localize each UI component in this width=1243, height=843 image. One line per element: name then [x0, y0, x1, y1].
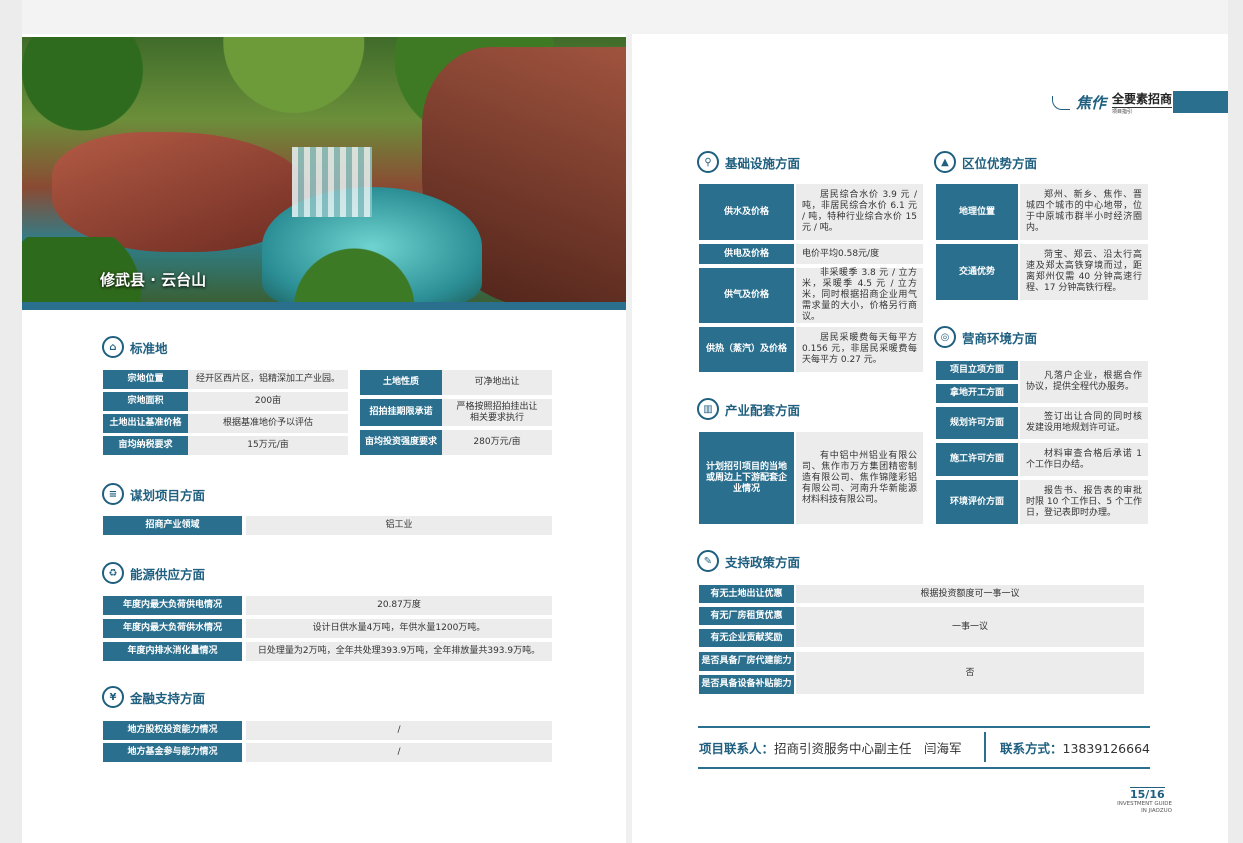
land-tax-value: 15万元/亩: [188, 436, 348, 455]
hero-caption: 修武县 · 云台山: [100, 271, 207, 289]
policy-land-value: 根据投资额度可一事一议: [796, 585, 1144, 603]
section-infrastructure: ⚲ 基础设施方面: [697, 151, 800, 173]
section-policy: ✎ 支持政策方面: [697, 550, 800, 572]
energy-water-value: 设计日供水量4万吨，年供水量1200万吨。: [246, 619, 552, 638]
contact-phone: 联系方式：13839126664: [1000, 741, 1150, 756]
business-construction-label: 施工许可方面: [936, 443, 1018, 476]
energy-power-label: 年度内最大负荷供电情况: [103, 596, 242, 615]
brand-accent-bar: [1173, 91, 1228, 113]
land-location-value: 经开区西片区，铝精深加工产业园。: [188, 370, 348, 389]
investment-guide-label: INVESTMENT GUIDE IN JIAOZUO: [1117, 801, 1172, 814]
policy-reward-label: 有无企业贡献奖励: [699, 629, 794, 647]
land-intensity-label: 亩均投资强度要求: [360, 430, 442, 455]
land-price-label: 土地出让基准价格: [103, 414, 188, 433]
policy-rent-reward-value: 一事一议: [796, 607, 1144, 647]
land-nature-label: 土地性质: [360, 370, 442, 395]
recycle-icon: ♻: [102, 562, 124, 584]
infra-power-label: 供电及价格: [699, 244, 794, 264]
business-planning-value: 签订出让合同的同时核发建设用地规划许可证。: [1020, 407, 1148, 439]
land-price-value: 根据基准地价予以评估: [188, 414, 348, 433]
land-nature-value: 可净地出让: [442, 370, 552, 395]
section-industry: ▥ 产业配套方面: [697, 398, 800, 420]
section-finance: ¥ 金融支持方面: [102, 686, 205, 708]
contact-top-rule: [698, 726, 1150, 728]
infra-heat-value: 居民采暖费每天每平方 0.156 元，非居民采暖费每天每平方 0.27 元。: [796, 327, 923, 372]
infra-power-value: 电价平均0.58元/度: [796, 244, 923, 264]
policy-build-label: 是否具备厂房代建能力: [699, 652, 794, 671]
contact-bottom-rule: [698, 767, 1150, 769]
policy-build-equipment-value: 否: [796, 652, 1144, 694]
policy-equipment-label: 是否具备设备补贴能力: [699, 675, 794, 694]
faucet-icon: ⚲: [697, 151, 719, 173]
policy-land-label: 有无土地出让优惠: [699, 585, 794, 603]
brand-curve-icon: [1052, 95, 1070, 110]
infra-gas-value: 非采暖季 3.8 元 / 立方米，采暖季 4.5 元 / 立方米，同时根据招商企…: [796, 268, 923, 323]
industry-value: 有中铝中州铝业有限公司、焦作市万方集团精密制造有限公司、焦作锦隆彩铝有限公司、河…: [796, 432, 923, 524]
energy-drain-label: 年度内排水消化量情况: [103, 642, 242, 661]
contact-separator: [984, 732, 986, 762]
land-tax-label: 亩均纳税要求: [103, 436, 188, 455]
infra-water-label: 供水及价格: [699, 184, 794, 240]
section-standard-land: ⌂ 标准地: [102, 336, 168, 358]
section-energy: ♻ 能源供应方面: [102, 562, 205, 584]
land-intensity-value: 280万元/亩: [442, 430, 552, 455]
money-icon: ¥: [102, 686, 124, 708]
energy-power-value: 20.87万度: [246, 596, 552, 615]
handshake-icon: ◎: [934, 326, 956, 348]
land-auction-value: 严格按照招拍挂出让相关要求执行: [442, 399, 552, 426]
brand-logo: 焦作 全要素招商 项目指引: [1052, 90, 1173, 115]
location-traffic-value: 菏宝、郑云、沿太行高速及郑太高铁穿境而过，距离郑州仅需 40 分钟高速行程、17…: [1020, 244, 1148, 300]
location-geo-label: 地理位置: [936, 184, 1018, 240]
land-auction-label: 招拍挂期限承诺: [360, 399, 442, 426]
business-approval-value: 凡落户企业，根据合作协议，提供全程代办服务。: [1020, 361, 1148, 403]
top-strip: [22, 0, 1228, 34]
energy-water-label: 年度内最大负荷供水情况: [103, 619, 242, 638]
location-traffic-label: 交通优势: [936, 244, 1018, 300]
finance-fund-value: /: [246, 743, 552, 762]
energy-drain-value: 日处理量为2万吨，全年共处理393.9万吨，全年排放量共393.9万吨。: [246, 642, 552, 661]
hero-accent-bar: [22, 302, 626, 310]
infra-water-value: 居民综合水价 3.9 元 / 吨，非居民综合水价 6.1 元 / 吨，特种行业综…: [796, 184, 923, 240]
page-gutter: [626, 34, 632, 843]
section-business: ◎ 营商环境方面: [934, 326, 1037, 348]
finance-fund-label: 地方基金参与能力情况: [103, 743, 242, 762]
infra-gas-label: 供气及价格: [699, 268, 794, 323]
industry-label: 计划招引项目的当地或周边上下游配套企业情况: [699, 432, 794, 524]
location-icon: ▲: [934, 151, 956, 173]
brochure-spread: 修武县 · 云台山 ⌂ 标准地 宗地位置 经开区西片区，铝精深加工产业园。 宗地…: [22, 0, 1228, 843]
hero-photo: 修武县 · 云台山: [22, 37, 626, 310]
land-area-value: 200亩: [188, 392, 348, 411]
business-approval-label: 项目立项方面: [936, 361, 1018, 380]
land-area-label: 宗地面积: [103, 392, 188, 411]
infra-heat-label: 供热（蒸汽）及价格: [699, 327, 794, 372]
business-planning-label: 规划许可方面: [936, 407, 1018, 439]
section-location: ▲ 区位优势方面: [934, 151, 1037, 173]
policy-document-icon: ✎: [697, 550, 719, 572]
factory-icon: ▥: [697, 398, 719, 420]
business-environment-label: 环境评价方面: [936, 480, 1018, 524]
section-planning: ≡ 谋划项目方面: [102, 483, 205, 505]
business-land-label: 拿地开工方面: [936, 384, 1018, 403]
location-geo-value: 郑州、新乡、焦作、晋城四个城市的中心地带，位于中原城市群半小时经济圈内。: [1020, 184, 1148, 240]
land-location-label: 宗地位置: [103, 370, 188, 389]
policy-rent-label: 有无厂房租赁优惠: [699, 607, 794, 625]
business-environment-value: 报告书、报告表的审批时限 10 个工作日、5 个工作日，登记表即时办理。: [1020, 480, 1148, 524]
land-icon: ⌂: [102, 336, 124, 358]
business-construction-value: 材料审查合格后承诺 1 个工作日办结。: [1020, 443, 1148, 476]
document-icon: ≡: [102, 483, 124, 505]
page-number: 15/16: [1130, 787, 1165, 801]
contact-person: 项目联系人：招商引资服务中心副主任 闫海军: [699, 741, 962, 756]
planning-label: 招商产业领域: [103, 516, 242, 535]
planning-value: 铝工业: [246, 516, 552, 535]
finance-equity-value: /: [246, 721, 552, 740]
finance-equity-label: 地方股权投资能力情况: [103, 721, 242, 740]
